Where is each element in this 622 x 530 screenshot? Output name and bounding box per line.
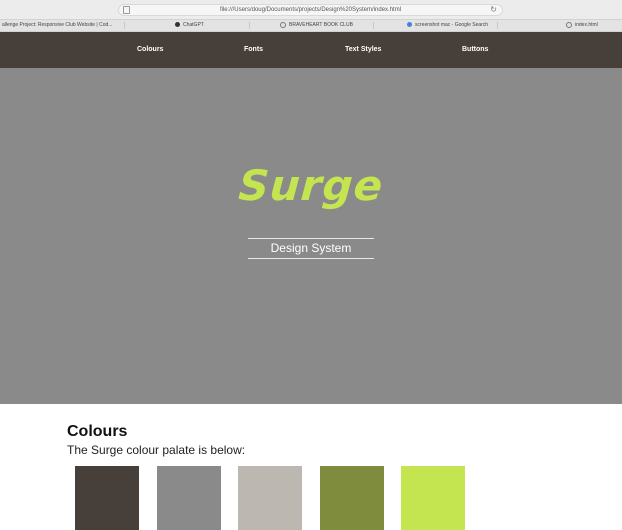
divider-top	[248, 238, 374, 239]
tab-google-search[interactable]: screenshot mac - Google Search	[407, 20, 488, 31]
tab-divider	[124, 22, 125, 29]
url-text: file:///Users/doug/Documents/projects/De…	[219, 7, 402, 13]
reload-icon[interactable]: ↻	[490, 5, 497, 15]
colours-section: Colours The Surge colour palate is below…	[0, 404, 622, 530]
nav-link-buttons[interactable]: Buttons	[462, 32, 488, 68]
globe-icon	[566, 21, 572, 28]
hero-subtitle: Design System	[270, 241, 352, 255]
section-title: Colours	[67, 423, 128, 440]
tab-index-html[interactable]: index.html	[566, 20, 598, 31]
tab-divider	[373, 22, 374, 29]
tab-label: index.html	[575, 22, 598, 28]
tab-label: screenshot mac - Google Search	[415, 22, 489, 28]
nav-link-fonts[interactable]: Fonts	[244, 32, 263, 68]
globe-icon	[280, 21, 286, 28]
tab-divider	[249, 22, 250, 29]
chatgpt-icon	[175, 22, 180, 28]
colour-swatch-dark-brown	[75, 466, 139, 530]
tab-chatgpt[interactable]: ChatGPT	[175, 20, 204, 31]
address-bar[interactable]: file:///Users/doug/Documents/projects/De…	[118, 4, 503, 16]
tab-label: ChatGPT	[183, 22, 204, 28]
tab-label: BRAVEHEART BOOK CLUB	[289, 22, 353, 28]
google-icon	[407, 22, 412, 28]
nav-link-colours[interactable]: Colours	[137, 32, 163, 68]
tab-braveheart[interactable]: BRAVEHEART BOOK CLUB	[280, 20, 353, 31]
tab-divider	[497, 22, 498, 29]
tab-codecademy[interactable]: allenge Project: Responsive Club Website…	[2, 20, 112, 31]
tab-bar: allenge Project: Responsive Club Website…	[0, 19, 622, 32]
nav-link-text-styles[interactable]: Text Styles	[345, 32, 381, 68]
colour-swatch-lime	[401, 466, 465, 530]
browser-toolbar: file:///Users/doug/Documents/projects/De…	[0, 0, 622, 19]
hero-section: Surge Design System	[0, 68, 622, 404]
colour-swatch-light-grey	[238, 466, 302, 530]
colour-swatch-grey	[157, 466, 221, 530]
section-description: The Surge colour palate is below:	[67, 443, 246, 457]
divider-bottom	[248, 258, 374, 259]
colour-swatch-olive	[320, 466, 384, 530]
site-nav: Colours Fonts Text Styles Buttons	[0, 32, 622, 68]
brand-logo: Surge	[237, 161, 385, 210]
tab-label: allenge Project: Responsive Club Website…	[2, 22, 113, 28]
